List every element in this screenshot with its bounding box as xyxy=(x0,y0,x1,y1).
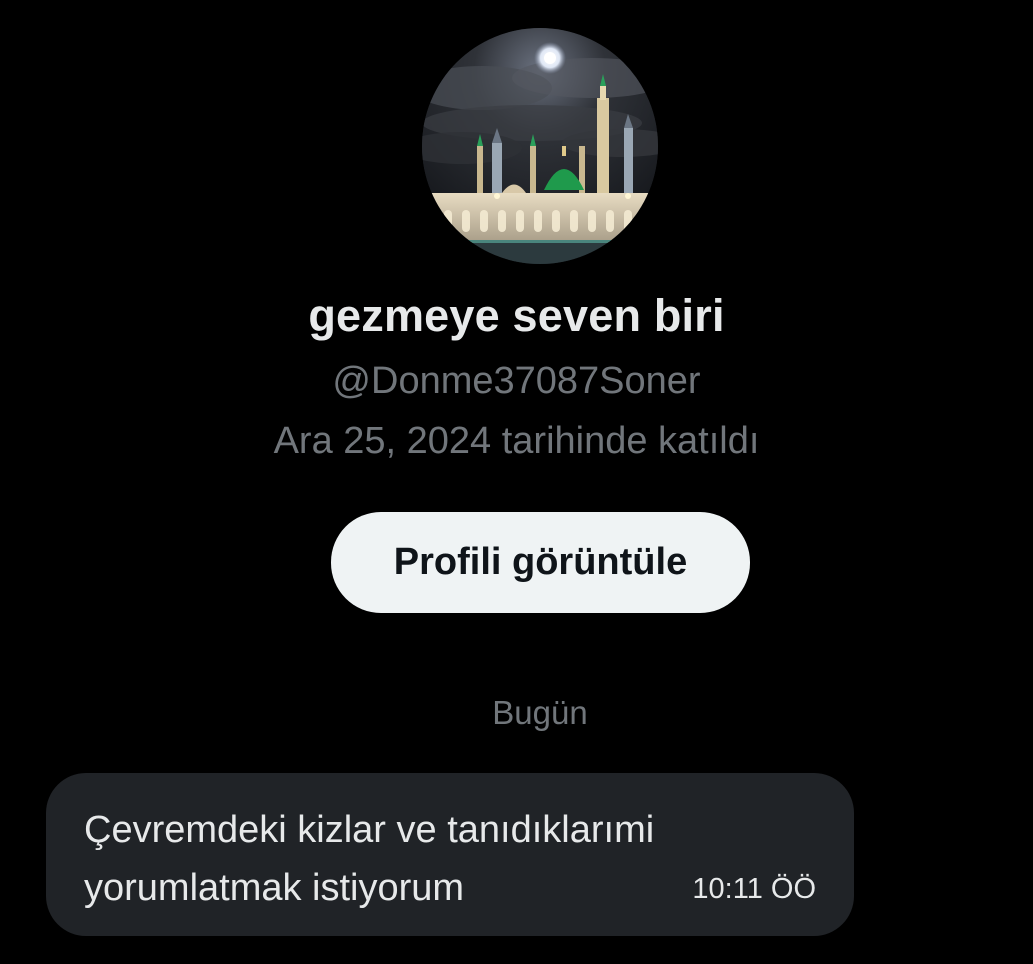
user-handle: @Donme37087Soner xyxy=(332,360,701,402)
avatar-mosque-image xyxy=(422,28,658,264)
message-timestamp: 10:11 ÖÖ xyxy=(692,873,816,905)
view-profile-button[interactable]: Profili görüntüle xyxy=(331,512,750,613)
message-bubble[interactable]: Çevremdeki kizlar ve tanıdıklarımi yorum… xyxy=(46,773,854,936)
avatar[interactable] xyxy=(422,28,658,264)
joined-date: Ara 25, 2024 tarihinde katıldı xyxy=(273,420,760,462)
display-name: gezmeye seven biri xyxy=(308,290,725,341)
day-separator: Bugün xyxy=(492,694,588,731)
